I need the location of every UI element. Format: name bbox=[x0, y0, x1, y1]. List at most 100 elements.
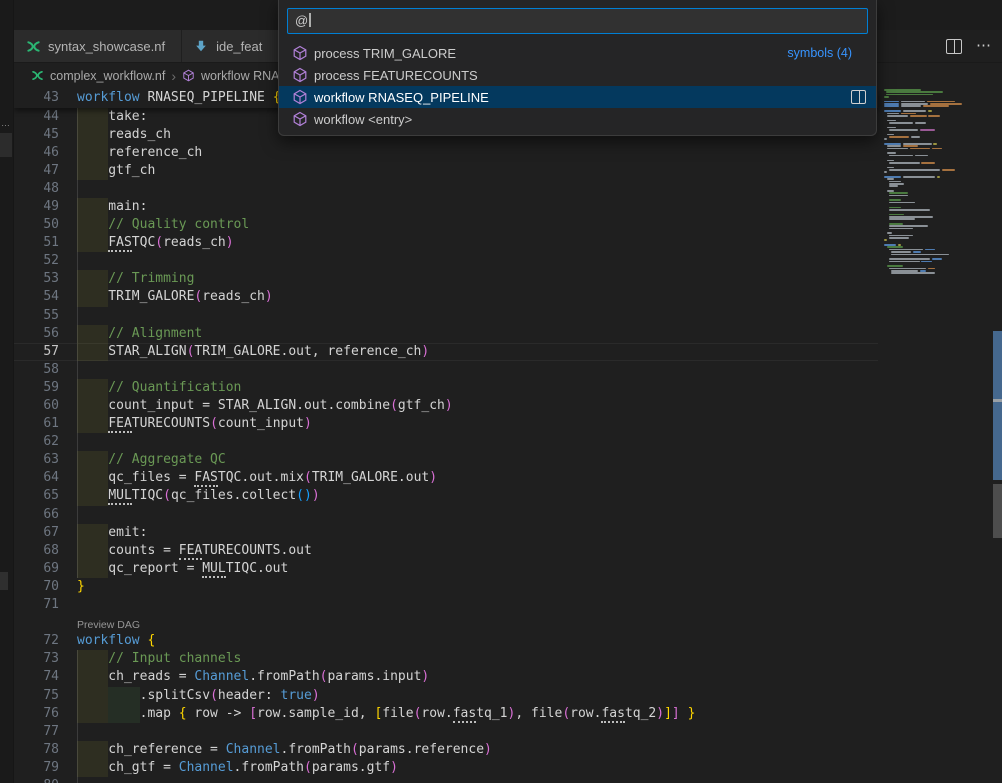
code-line[interactable]: 73 // Input channels bbox=[14, 650, 878, 668]
code-token bbox=[77, 488, 108, 503]
code-line[interactable]: 48 bbox=[14, 180, 878, 198]
code-line[interactable]: 79 ch_gtf = Channel.fromPath(params.gtf) bbox=[14, 759, 878, 777]
code-token: qc_report = bbox=[77, 561, 202, 576]
line-number: 67 bbox=[14, 524, 77, 542]
line-content bbox=[77, 596, 878, 614]
minimap-line bbox=[889, 261, 920, 263]
code-line[interactable]: 78 ch_reference = Channel.fromPath(param… bbox=[14, 741, 878, 759]
tab-syntax-showcase[interactable]: syntax_showcase.nf bbox=[14, 30, 181, 62]
split-editor-icon[interactable] bbox=[946, 39, 962, 54]
code-token: ] bbox=[664, 706, 672, 721]
code-line[interactable]: 58 bbox=[14, 361, 878, 379]
minimap-line bbox=[884, 105, 899, 107]
code-line[interactable]: 69 qc_report = MULTIQC.out bbox=[14, 560, 878, 578]
code-line[interactable]: 72workflow { bbox=[14, 632, 878, 650]
minimap-line bbox=[913, 251, 922, 253]
minimap-line bbox=[889, 258, 930, 260]
code-token bbox=[77, 235, 108, 250]
code-line[interactable]: 68 counts = FEATURECOUNTS.out bbox=[14, 542, 878, 560]
minimap[interactable] bbox=[878, 89, 993, 783]
line-number: 53 bbox=[14, 270, 77, 288]
open-to-side-icon[interactable] bbox=[851, 90, 866, 104]
tab-label: ide_feat bbox=[216, 39, 262, 54]
tab-ide-features[interactable]: ide_feat bbox=[182, 30, 278, 62]
breadcrumb-separator-icon: › bbox=[171, 68, 176, 84]
code-line[interactable]: 75 .splitCsv(header: true) bbox=[14, 687, 878, 705]
code-line[interactable]: 70} bbox=[14, 578, 878, 596]
codelens-preview-dag[interactable]: Preview DAG bbox=[77, 614, 140, 632]
line-content: emit: bbox=[77, 524, 878, 542]
code-line[interactable]: 80 bbox=[14, 777, 878, 783]
code-token: ) bbox=[226, 235, 234, 250]
code-line[interactable]: 64 qc_files = FASTQC.out.mix(TRIM_GALORE… bbox=[14, 469, 878, 487]
code-line[interactable]: 52 bbox=[14, 252, 878, 270]
code-line[interactable]: 63 // Aggregate QC bbox=[14, 451, 878, 469]
code-line[interactable]: 51 FASTQC(reads_ch) bbox=[14, 234, 878, 252]
line-content: ch_reads = Channel.fromPath(params.input… bbox=[77, 668, 878, 686]
code-line[interactable]: 53 // Trimming bbox=[14, 270, 878, 288]
code-line[interactable]: 62 bbox=[14, 433, 878, 451]
code-token: } bbox=[688, 706, 696, 721]
line-number: 77 bbox=[14, 723, 77, 741]
code-token: emit: bbox=[77, 525, 147, 540]
minimap-line bbox=[887, 167, 894, 169]
code-token: ] bbox=[672, 706, 680, 721]
indent-guide bbox=[77, 307, 78, 325]
code-line[interactable]: 56 // Alignment bbox=[14, 325, 878, 343]
quick-input[interactable]: @ bbox=[287, 8, 868, 34]
code-token: // Aggregate QC bbox=[77, 452, 226, 467]
symbol-cube-icon bbox=[292, 111, 308, 127]
scrollbar[interactable] bbox=[993, 89, 1002, 783]
code-token: // Trimming bbox=[77, 271, 194, 286]
quick-pick-item[interactable]: process FEATURECOUNTS bbox=[279, 64, 876, 86]
quick-pick-item[interactable]: process TRIM_GALOREsymbols (4) bbox=[279, 42, 876, 64]
code-line[interactable]: 61 FEATURECOUNTS(count_input) bbox=[14, 415, 878, 433]
code-line[interactable]: 65 MULTIQC(qc_files.collect()) bbox=[14, 487, 878, 505]
code-line[interactable]: 71 bbox=[14, 596, 878, 614]
minimap-line bbox=[889, 199, 901, 201]
code-line[interactable]: 54 TRIM_GALORE(reads_ch) bbox=[14, 288, 878, 306]
line-number: 46 bbox=[14, 144, 77, 162]
code-line[interactable]: 66 bbox=[14, 506, 878, 524]
quick-pick-item-label: workflow <entry> bbox=[314, 112, 412, 127]
code-token: { bbox=[147, 633, 155, 648]
code-line[interactable]: 60 count_input = STAR_ALIGN.out.combine(… bbox=[14, 397, 878, 415]
code-token: workflow bbox=[77, 90, 140, 105]
line-number: 74 bbox=[14, 668, 77, 686]
code-token: qc_files.collect bbox=[171, 488, 296, 503]
breadcrumb-file[interactable]: complex_workflow.nf bbox=[50, 69, 165, 83]
quick-pick-item[interactable]: workflow RNASEQ_PIPELINE bbox=[279, 86, 876, 108]
code-token: { bbox=[179, 706, 187, 721]
line-content: workflow { bbox=[77, 632, 878, 650]
code-line[interactable]: 55 bbox=[14, 307, 878, 325]
code-line[interactable]: 47 gtf_ch bbox=[14, 162, 878, 180]
code-editor[interactable]: 43workflow RNASEQ_PIPELINE { 44 take:45 … bbox=[14, 89, 1002, 783]
more-actions-icon[interactable]: ⋯ bbox=[976, 41, 992, 51]
code-lines[interactable]: 44 take:45 reads_ch46 reference_ch47 gtf… bbox=[14, 108, 878, 783]
code-line[interactable]: 76 .map { row -> [row.sample_id, [file(r… bbox=[14, 705, 878, 723]
code-line[interactable]: 77 bbox=[14, 723, 878, 741]
line-number: 63 bbox=[14, 451, 77, 469]
minimap-line bbox=[910, 115, 927, 117]
minimap-line bbox=[887, 178, 894, 180]
code-token: fastq_1 bbox=[453, 706, 508, 721]
code-token: row. bbox=[570, 706, 601, 721]
minimap-line bbox=[884, 110, 901, 112]
quick-pick-item[interactable]: workflow <entry> bbox=[279, 108, 876, 130]
code-line[interactable]: 50 // Quality control bbox=[14, 216, 878, 234]
symbol-cube-icon bbox=[292, 89, 308, 105]
code-line[interactable]: 67 emit: bbox=[14, 524, 878, 542]
code-line[interactable]: 74 ch_reads = Channel.fromPath(params.in… bbox=[14, 668, 878, 686]
line-number: 68 bbox=[14, 542, 77, 560]
line-number: 60 bbox=[14, 397, 77, 415]
code-token: ch_gtf = bbox=[77, 760, 179, 775]
code-token: count_input = STAR_ALIGN.out.combine bbox=[77, 398, 390, 413]
code-line[interactable]: 46 reference_ch bbox=[14, 144, 878, 162]
code-token: ( bbox=[155, 235, 163, 250]
minimap-line bbox=[884, 138, 887, 140]
code-line[interactable]: 57 STAR_ALIGN(TRIM_GALORE.out, reference… bbox=[14, 343, 878, 361]
code-line[interactable]: 59 // Quantification bbox=[14, 379, 878, 397]
minimap-line bbox=[933, 143, 936, 145]
code-line[interactable]: 49 main: bbox=[14, 198, 878, 216]
line-number: 80 bbox=[14, 777, 77, 783]
